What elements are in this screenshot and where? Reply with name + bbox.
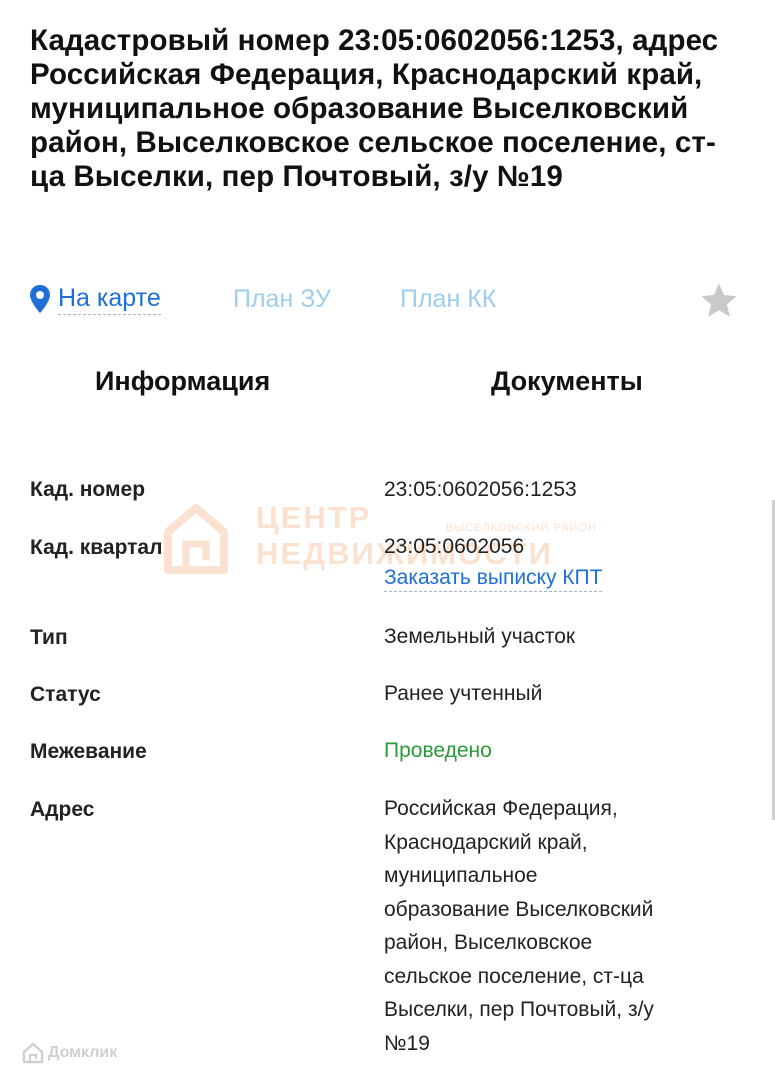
cad-quarter-value: 23:05:0602056 — [384, 535, 525, 558]
address-line: Выселки, пер Почтовый, з/у — [384, 998, 654, 1021]
address-line: сельское поселение, ст-ца — [384, 964, 644, 988]
page-title: Кадастровый номер 23:05:0602056:1253, ад… — [30, 24, 719, 193]
cad-number-label: Кад. номер — [30, 478, 146, 501]
footer-brand-text: Домклик — [48, 1044, 118, 1061]
star-icon[interactable] — [698, 280, 740, 322]
address-line: муниципальное — [384, 864, 538, 887]
type-value: Земельный участок — [384, 625, 576, 648]
address-value: Российская Федерация, Краснодарский край… — [384, 792, 724, 1060]
links-row: На карте План ЗУ План КК — [28, 282, 748, 322]
survey-label: Межевание — [30, 740, 147, 763]
watermark-line1: ЦЕНТР — [256, 500, 372, 535]
map-pin-icon — [30, 285, 50, 313]
address-label: Адрес — [30, 798, 95, 821]
address-line: район, Выселковское — [384, 931, 593, 954]
status-value: Ранее учтенный — [384, 682, 543, 705]
cad-quarter-label: Кад. квартал — [30, 536, 163, 559]
address-line: №19 — [384, 1031, 430, 1055]
address-line: образование Выселковский — [384, 897, 654, 921]
watermark-house-icon — [164, 504, 228, 574]
survey-value: Проведено — [384, 739, 492, 762]
plan-zu-link[interactable]: План ЗУ — [233, 282, 331, 316]
map-link[interactable]: На карте — [28, 282, 161, 316]
footer-brand: Домклик — [22, 1040, 117, 1066]
cad-number-value: 23:05:0602056:1253 — [384, 478, 577, 501]
order-kpt-link[interactable]: Заказать выписку КПТ — [384, 566, 603, 592]
tabs: Информация Документы — [0, 366, 775, 410]
tab-documents[interactable]: Документы — [491, 366, 643, 397]
tab-information[interactable]: Информация — [95, 366, 270, 397]
house-icon — [22, 1042, 44, 1064]
type-label: Тип — [30, 626, 68, 649]
plan-kk-link[interactable]: План КК — [400, 282, 496, 316]
address-line: Российская Федерация, — [384, 797, 618, 820]
map-link-label: На карте — [58, 284, 161, 315]
status-label: Статус — [30, 683, 101, 706]
address-line: Краснодарский край, — [384, 830, 588, 854]
